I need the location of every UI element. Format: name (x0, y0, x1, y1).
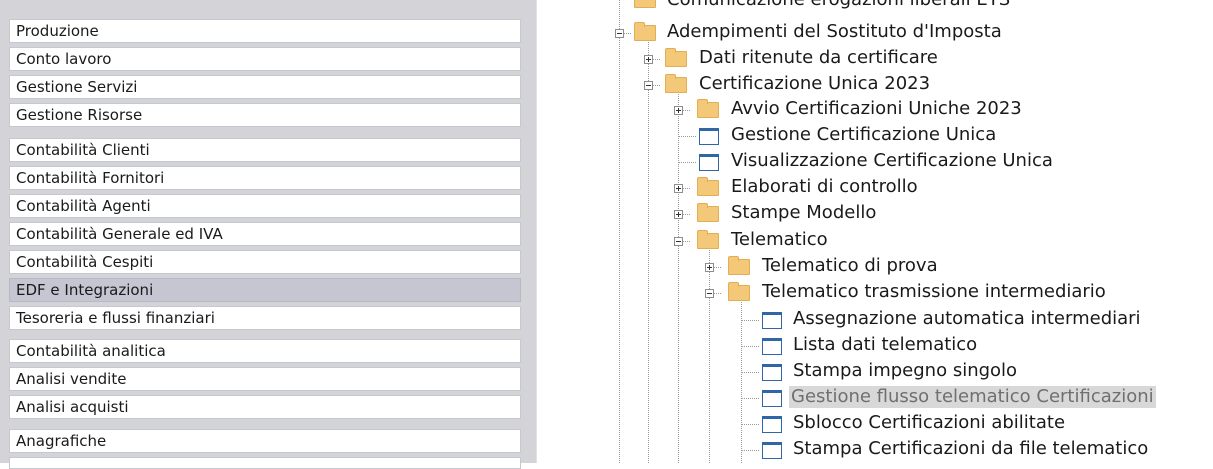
folder-icon (697, 177, 719, 196)
module-menu-panel: Produzione Conto lavoro Gestione Servizi… (0, 0, 536, 469)
menu-item-contabilita-cespiti[interactable]: Contabilità Cespiti (9, 250, 521, 274)
folder-icon (665, 48, 687, 67)
tree-connector (741, 302, 742, 463)
menu-item-contabilita-generale[interactable]: Contabilità Generale ed IVA (9, 222, 521, 246)
window-icon (762, 442, 782, 459)
tree-node-dati-ritenute[interactable]: Dati ritenute da certificare (697, 47, 940, 69)
tree-node-erogazioni-liberali[interactable]: Comunicazione erogazioni liberali ETS (589, 0, 1209, 12)
tree-connector (619, 0, 620, 463)
window-icon (762, 312, 782, 329)
menu-item-tesoreria[interactable]: Tesoreria e flussi finanziari (9, 306, 521, 330)
collapse-toggle-icon[interactable] (705, 289, 714, 298)
tree-connector (741, 398, 759, 399)
expand-toggle-icon[interactable] (674, 210, 683, 219)
panel-splitter[interactable] (536, 0, 589, 463)
menu-group-accounting: Contabilità Clienti Contabilità Fornitor… (9, 138, 521, 330)
tree-node-avvio-cu[interactable]: Avvio Certificazioni Uniche 2023 (729, 98, 1024, 120)
menu-item-contabilita-analitica[interactable]: Contabilità analitica (9, 339, 521, 363)
window-icon (762, 338, 782, 355)
menu-item-analisi-vendite[interactable]: Analisi vendite (9, 367, 521, 391)
tree-node-telematico-prova[interactable]: Telematico di prova (760, 255, 940, 277)
tree-connector (741, 450, 759, 451)
menu-item-conto-lavoro[interactable]: Conto lavoro (9, 47, 521, 71)
collapse-toggle-icon[interactable] (615, 29, 624, 38)
tree-node-cu-2023[interactable]: Certificazione Unica 2023 (697, 73, 932, 95)
menu-item-contabilita-agenti[interactable]: Contabilità Agenti (9, 194, 521, 218)
window-icon (699, 128, 719, 145)
menu-item-contabilita-fornitori[interactable]: Contabilità Fornitori (9, 166, 521, 190)
tree-connector (678, 136, 696, 137)
folder-icon (697, 99, 719, 118)
menu-item-produzione[interactable]: Produzione (9, 19, 521, 43)
folder-icon (634, 22, 656, 41)
menu-group-production: Produzione Conto lavoro Gestione Servizi… (9, 19, 521, 127)
collapse-toggle-icon[interactable] (674, 237, 683, 246)
folder-icon (697, 230, 719, 249)
expand-toggle-icon[interactable] (674, 106, 683, 115)
tree-node-telematico[interactable]: Telematico (729, 229, 830, 251)
folder-icon (697, 203, 719, 222)
tree-node-adempimenti[interactable]: Adempimenti del Sostituto d'Imposta (665, 21, 1004, 43)
tree-connector (741, 424, 759, 425)
menu-item-gestione-risorse[interactable]: Gestione Risorse (9, 103, 521, 127)
tree-connector (741, 372, 759, 373)
menu-group-master-data: Anagrafiche (9, 429, 521, 469)
folder-icon (728, 282, 750, 301)
tree-node-stampa-cert-file[interactable]: Stampa Certificazioni da file telematico (791, 438, 1150, 460)
menu-item-partial[interactable] (9, 457, 521, 469)
menu-item-gestione-servizi[interactable]: Gestione Servizi (9, 75, 521, 99)
folder-icon (634, 0, 656, 8)
window-icon (762, 364, 782, 381)
function-tree: Comunicazione erogazioni liberali ETS Ad… (589, 0, 1213, 463)
tree-connector (709, 250, 710, 463)
tree-node-stampe-modello[interactable]: Stampe Modello (729, 202, 878, 224)
menu-item-anagrafiche[interactable]: Anagrafiche (9, 429, 521, 453)
tree-node-assegnazione[interactable]: Assegnazione automatica intermediari (791, 308, 1143, 330)
tree-label[interactable]: Comunicazione erogazioni liberali ETS (665, 0, 1012, 11)
tree-connector (678, 162, 696, 163)
collapse-toggle-icon[interactable] (644, 81, 653, 90)
menu-item-analisi-acquisti[interactable]: Analisi acquisti (9, 395, 521, 419)
tree-node-gestione-flusso[interactable]: Gestione flusso telematico Certificazion… (789, 386, 1156, 408)
tree-connector (648, 42, 649, 463)
tree-node-gestione-cu[interactable]: Gestione Certificazione Unica (729, 124, 998, 146)
expand-toggle-icon[interactable] (705, 263, 714, 272)
expand-toggle-icon[interactable] (644, 55, 653, 64)
menu-group-analysis: Contabilità analitica Analisi vendite An… (9, 339, 521, 419)
menu-item-contabilita-clienti[interactable]: Contabilità Clienti (9, 138, 521, 162)
tree-connector (678, 94, 679, 463)
folder-icon (728, 256, 750, 275)
tree-node-stampa-impegno[interactable]: Stampa impegno singolo (791, 360, 1019, 382)
tree-node-elaborati[interactable]: Elaborati di controllo (729, 176, 920, 198)
tree-node-lista-dati[interactable]: Lista dati telematico (791, 334, 979, 356)
expand-toggle-icon[interactable] (674, 184, 683, 193)
tree-node-sblocco[interactable]: Sblocco Certificazioni abilitate (791, 412, 1067, 434)
tree-connector (741, 320, 759, 321)
menu-item-edf-integrazioni[interactable]: EDF e Integrazioni (9, 278, 521, 302)
window-icon (699, 154, 719, 171)
window-icon (762, 390, 782, 407)
tree-node-visualizzazione-cu[interactable]: Visualizzazione Certificazione Unica (729, 150, 1055, 172)
tree-connector (741, 346, 759, 347)
tree-node-telematico-intermediario[interactable]: Telematico trasmissione intermediario (760, 281, 1108, 303)
folder-icon (665, 74, 687, 93)
window-icon (762, 416, 782, 433)
